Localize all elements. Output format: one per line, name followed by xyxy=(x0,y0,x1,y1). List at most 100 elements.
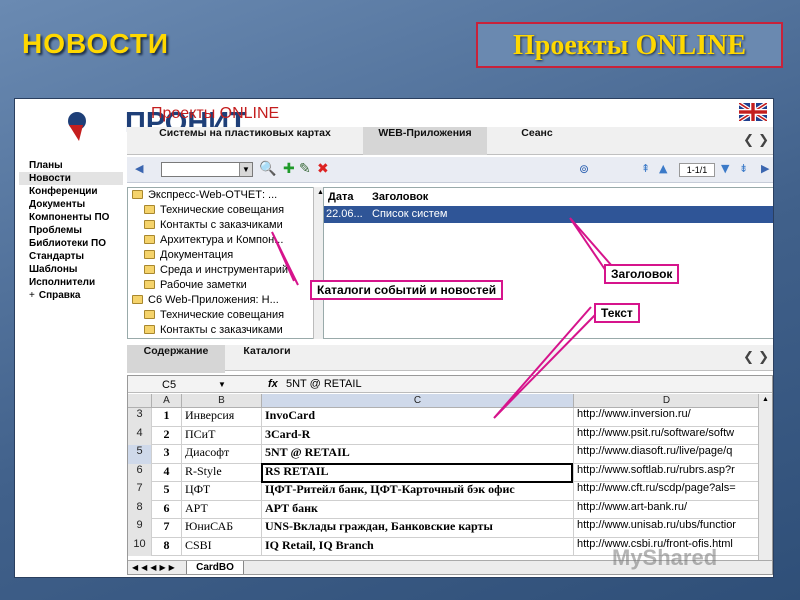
chevron-down-icon[interactable]: ▼ xyxy=(218,377,226,393)
first-page-icon[interactable]: ⇞ xyxy=(641,162,650,176)
row-number[interactable]: 3 xyxy=(128,408,152,427)
row-number[interactable]: 9 xyxy=(128,519,152,538)
prev-page-icon[interactable]: ▲ xyxy=(659,162,667,176)
tab-catalogs[interactable]: Каталоги xyxy=(225,345,309,373)
cell-c[interactable]: UNS-Вклады граждан, Банковские карты xyxy=(262,519,574,538)
cell-c[interactable]: IQ Retail, IQ Branch xyxy=(262,537,574,556)
nav-item-documents[interactable]: Документы xyxy=(19,198,123,211)
cell-b[interactable]: ЮниСАБ xyxy=(182,519,262,538)
uk-flag-icon[interactable] xyxy=(739,103,767,121)
tree-item[interactable]: Экспресс-Web-ОТЧЕТ: ... xyxy=(128,188,316,203)
tree-item[interactable]: Среда и инструментарий xyxy=(128,263,316,278)
row-number[interactable]: 8 xyxy=(128,500,152,519)
nav-item-help[interactable]: + Справка xyxy=(19,289,123,302)
tab-web-apps[interactable]: WEB-Приложения xyxy=(363,127,487,155)
nav-item-news[interactable]: Новости xyxy=(19,172,123,185)
callout-catalogs: Каталоги событий и новостей xyxy=(310,280,504,300)
cell-c[interactable]: 3Card-R xyxy=(262,426,574,445)
column-header-b[interactable]: B xyxy=(182,394,262,408)
cell-b[interactable]: ЦФТ xyxy=(182,482,262,501)
expand-plus-icon[interactable]: + xyxy=(29,290,35,301)
table-row[interactable]: 22.06... Список систем xyxy=(324,206,773,223)
column-header-subject[interactable]: Заголовок xyxy=(372,188,428,206)
cell-a[interactable]: 5 xyxy=(152,482,182,501)
row-number[interactable]: 7 xyxy=(128,482,152,501)
column-header-c[interactable]: C xyxy=(262,394,574,408)
edit-icon[interactable]: ✎ xyxy=(299,162,311,176)
cell-b[interactable]: CSBI xyxy=(182,537,262,556)
cell-b[interactable]: Диасофт xyxy=(182,445,262,464)
nav-item-standards[interactable]: Стандарты xyxy=(19,250,123,263)
row-number[interactable]: 10 xyxy=(128,537,152,556)
cell-c[interactable]: RS RETAIL xyxy=(262,463,574,482)
row-number[interactable]: 5 xyxy=(128,445,152,464)
select-all-corner[interactable] xyxy=(128,394,152,408)
tree-item[interactable]: Контакты с заказчиками xyxy=(128,218,316,233)
cell-b[interactable]: АРТ xyxy=(182,500,262,519)
nav-item-libraries[interactable]: Библиотеки ПО xyxy=(19,237,123,250)
cell-a[interactable]: 8 xyxy=(152,537,182,556)
tree-item[interactable]: Контакты с заказчиками xyxy=(128,323,316,338)
folder-select[interactable]: ▼ xyxy=(161,162,253,177)
cell-c[interactable]: InvoCard xyxy=(262,408,574,427)
nav-item-templates[interactable]: Шаблоны xyxy=(19,263,123,276)
scroll-up-icon[interactable]: ▲ xyxy=(759,394,772,406)
name-box[interactable]: C5 xyxy=(162,377,252,391)
add-icon[interactable]: ✚ xyxy=(283,162,295,176)
column-header-a[interactable]: A xyxy=(152,394,182,408)
sheet-nav-arrows-icon[interactable]: ◀◀◀▶▶ xyxy=(132,561,178,574)
nav-item-plans[interactable]: Планы xyxy=(19,159,123,172)
nav-item-components[interactable]: Компоненты ПО xyxy=(19,211,123,224)
column-header-date[interactable]: Дата xyxy=(328,188,353,206)
cell-d[interactable]: http://www.softlab.ru/rubrs.asp?r xyxy=(574,463,760,482)
nav-item-performers[interactable]: Исполнители xyxy=(19,276,123,289)
search-icon[interactable]: 🔍 xyxy=(259,162,276,176)
nav-item-problems[interactable]: Проблемы xyxy=(19,224,123,237)
cell-b[interactable]: R-Style xyxy=(182,463,262,482)
row-number[interactable]: 6 xyxy=(128,463,152,482)
cell-d[interactable]: http://www.psit.ru/software/softw xyxy=(574,426,760,445)
cell-d[interactable]: http://www.unisab.ru/ubs/functior xyxy=(574,519,760,538)
cell-c-active[interactable]: 5NT @ RETAIL xyxy=(262,445,574,464)
tree-item[interactable]: Архитектура и Компон... xyxy=(128,233,316,248)
tab-contents[interactable]: Содержание xyxy=(127,345,225,373)
tree-item[interactable]: Документация xyxy=(128,248,316,263)
row-number[interactable]: 4 xyxy=(128,426,152,445)
sheet-tab[interactable]: CardBO xyxy=(186,561,244,574)
tree-item[interactable]: С6 Web-Приложения: Н... xyxy=(128,293,316,308)
cell-a[interactable]: 4 xyxy=(152,463,182,482)
help-icon[interactable]: ⊚ xyxy=(579,162,589,176)
cell-d[interactable]: http://www.art-bank.ru/ xyxy=(574,500,760,519)
tabs-scroll-arrows-icon[interactable]: ❮ ❯ xyxy=(743,133,769,148)
cell-d[interactable]: http://www.inversion.ru/ xyxy=(574,408,760,427)
nav-item-conferences[interactable]: Конференции xyxy=(19,185,123,198)
cell-a[interactable]: 7 xyxy=(152,519,182,538)
column-header-d[interactable]: D xyxy=(574,394,760,408)
cell-b[interactable]: ПСиТ xyxy=(182,426,262,445)
folder-icon xyxy=(132,295,143,304)
sheet-vertical-scrollbar[interactable]: ▲ xyxy=(758,394,772,560)
cell-a[interactable]: 6 xyxy=(152,500,182,519)
cell-d[interactable]: http://www.diasoft.ru/live/page/q xyxy=(574,445,760,464)
cell-c[interactable]: ЦФТ-Ритейл банк, ЦФТ-Карточный бэк офис xyxy=(262,482,574,501)
cell-a[interactable]: 2 xyxy=(152,426,182,445)
tab-plastic-cards[interactable]: Системы на пластиковых картах xyxy=(127,127,363,155)
cell-c[interactable]: АРТ банк xyxy=(262,500,574,519)
chevron-down-icon[interactable]: ▼ xyxy=(239,163,252,176)
tree-item[interactable]: Технические совещания xyxy=(128,203,316,218)
cell-b[interactable]: Инверсия xyxy=(182,408,262,427)
arrow-left-icon[interactable]: ◀ xyxy=(135,162,143,176)
tree-item[interactable]: Технические совещания xyxy=(128,308,316,323)
function-icon[interactable]: fx xyxy=(268,376,278,392)
last-page-icon[interactable]: ⇟ xyxy=(739,162,748,176)
delete-icon[interactable]: ✖ xyxy=(317,162,329,176)
formula-input[interactable]: 5NT @ RETAIL xyxy=(286,376,362,392)
cell-a[interactable]: 3 xyxy=(152,445,182,464)
cell-a[interactable]: 1 xyxy=(152,408,182,427)
next-page-icon[interactable]: ▼ xyxy=(721,162,729,176)
tab-session[interactable]: Сеанс xyxy=(487,127,587,155)
arrow-right-icon[interactable]: ▶ xyxy=(761,162,769,176)
tabs-scroll-arrows-icon[interactable]: ❮ ❯ xyxy=(743,350,769,365)
tree-item[interactable]: Рабочие заметки xyxy=(128,278,316,293)
cell-d[interactable]: http://www.cft.ru/scdp/page?als= xyxy=(574,482,760,501)
